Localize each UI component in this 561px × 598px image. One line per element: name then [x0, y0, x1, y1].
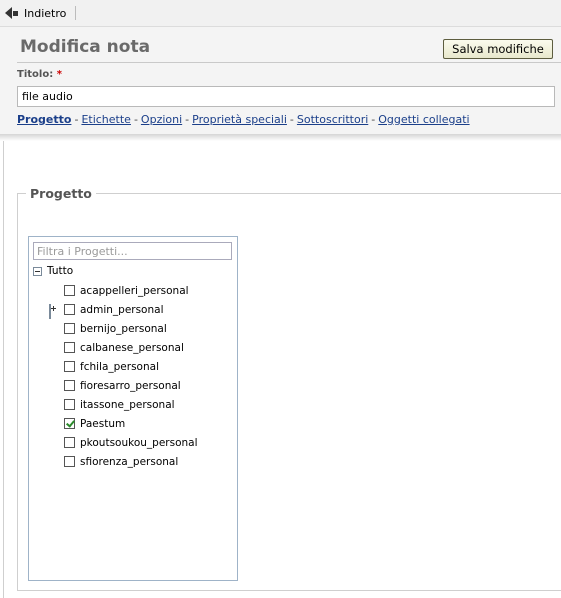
page-title: Modifica nota [20, 37, 151, 57]
project-checkbox[interactable] [64, 456, 75, 467]
project-checkbox[interactable] [64, 437, 75, 448]
header-shadow [0, 134, 561, 141]
project-item-label: itassone_personal [80, 398, 175, 411]
project-item[interactable]: fchila_personal [49, 359, 159, 374]
expander-slot [49, 419, 58, 428]
link-separator: - [289, 113, 294, 126]
project-filter-input[interactable] [33, 242, 232, 260]
project-tree-panel: Tutto acappelleri_personal admin_personal… [28, 236, 238, 581]
project-item[interactable]: calbanese_personal [49, 340, 184, 355]
back-label: Indietro [24, 6, 67, 20]
section-link-sottoscrittori[interactable]: Sottoscrittori [297, 113, 368, 126]
expander-slot [49, 400, 58, 409]
title-label-text: Titolo: [17, 69, 54, 80]
section-link-etichette[interactable]: Etichette [81, 113, 131, 126]
expand-icon[interactable] [49, 304, 56, 319]
project-checkbox[interactable] [64, 304, 75, 315]
project-checkbox[interactable] [64, 323, 75, 334]
note-header: Modifica nota Salva modifiche Titolo: * … [0, 27, 561, 134]
section-link-proprieta-speciali[interactable]: Proprietà speciali [192, 113, 287, 126]
project-legend: Progetto [26, 186, 96, 201]
project-checkbox[interactable] [64, 399, 75, 410]
tree-root: Tutto [33, 264, 73, 278]
expander-slot [49, 304, 58, 319]
toolbar-separator [75, 6, 76, 20]
project-item[interactable]: acappelleri_personal [49, 283, 189, 298]
expander-slot [49, 362, 58, 371]
project-item-label: fchila_personal [80, 360, 159, 373]
title-field-label: Titolo: * [17, 69, 62, 80]
project-item[interactable]: admin_personal [49, 302, 164, 319]
link-separator: - [185, 113, 190, 126]
project-item[interactable]: bernijo_personal [49, 321, 167, 336]
back-arrow-tail [13, 10, 18, 16]
required-mark: * [56, 69, 62, 80]
left-border [3, 141, 4, 598]
section-link-oggetti-collegati[interactable]: Oggetti collegati [378, 113, 469, 126]
tree-root-label: Tutto [47, 265, 74, 277]
back-button[interactable]: Indietro [5, 4, 66, 22]
title-input[interactable] [17, 86, 555, 107]
collapse-icon[interactable] [33, 266, 42, 276]
link-separator: - [133, 113, 138, 126]
project-item-label: sfiorenza_personal [80, 455, 179, 468]
section-link-progetto[interactable]: Progetto [17, 113, 71, 126]
expander-slot [49, 286, 58, 295]
project-item[interactable]: itassone_personal [49, 397, 175, 412]
back-arrow-icon [5, 7, 12, 19]
project-item-label: acappelleri_personal [80, 284, 189, 297]
project-item[interactable]: sfiorenza_personal [49, 454, 178, 469]
section-link-opzioni[interactable]: Opzioni [141, 113, 182, 126]
project-checkbox[interactable] [64, 380, 75, 391]
section-links: Progetto - Etichette - Opzioni - Proprietà spe… [17, 113, 470, 126]
project-checkbox[interactable] [64, 342, 75, 353]
project-checkbox[interactable] [64, 361, 75, 372]
expander-slot [49, 457, 58, 466]
expander-slot [49, 343, 58, 352]
link-separator: - [74, 113, 79, 126]
project-item[interactable]: pkoutsoukou_personal [49, 435, 198, 450]
expander-slot [49, 381, 58, 390]
title-divider [17, 62, 561, 63]
expander-slot [49, 324, 58, 333]
project-item-label: bernijo_personal [80, 322, 167, 335]
project-item[interactable]: fioresarro_personal [49, 378, 181, 393]
project-item-label: Paestum [80, 417, 126, 430]
top-toolbar: Indietro [0, 0, 561, 27]
expander-slot [49, 438, 58, 447]
save-changes-button[interactable]: Salva modifiche [443, 39, 553, 59]
project-item-label: pkoutsoukou_personal [80, 436, 198, 449]
project-item-label: fioresarro_personal [80, 379, 181, 392]
project-item-label: admin_personal [80, 303, 164, 316]
link-separator: - [371, 113, 376, 126]
project-checkbox[interactable] [64, 285, 75, 296]
project-item-label: calbanese_personal [80, 341, 184, 354]
project-item[interactable]: Paestum [49, 416, 125, 431]
project-checkbox[interactable] [64, 418, 75, 429]
